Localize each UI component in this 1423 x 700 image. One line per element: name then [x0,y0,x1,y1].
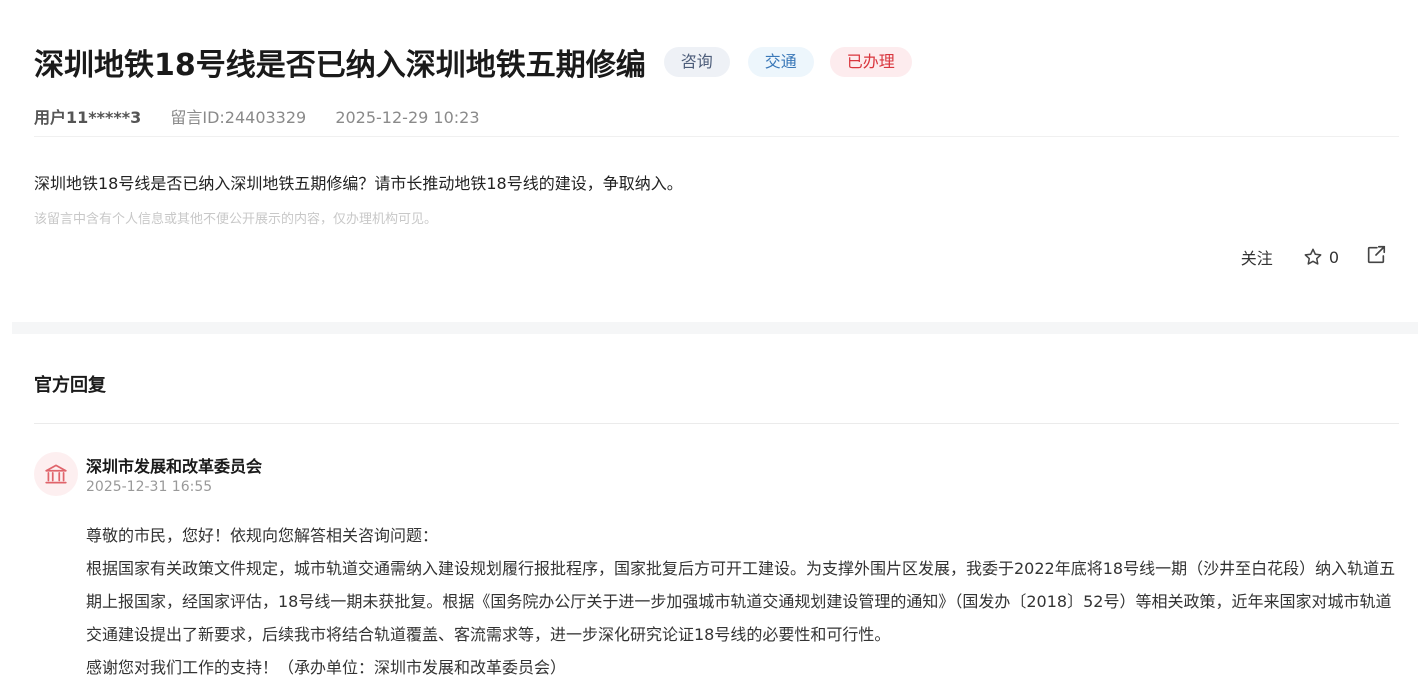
page-title: 深圳地铁18号线是否已纳入深圳地铁五期修编 [34,48,646,83]
reply-paragraph: 根据国家有关政策文件规定，城市轨道交通需纳入建设规划履行报批程序，国家批复后方可… [86,559,1396,644]
message-meta: 用户11*****3 留言ID:24403329 2025-12-29 10:2… [34,104,504,128]
message-content: 深圳地铁18号线是否已纳入深圳地铁五期修编？请市长推动地铁18号线的建设，争取纳… [34,174,683,193]
action-bar: 关注 0 [1241,244,1387,270]
reply-closing: 感谢您对我们工作的支持！（承办单位：深圳市发展和改革委员会） [86,658,567,677]
user-name: 用户11*****3 [34,108,142,127]
tag-traffic: 交通 [747,47,814,77]
title-row: 深圳地铁18号线是否已纳入深圳地铁五期修编 咨询 交通 已办理 [34,40,912,84]
government-building-icon [34,452,78,496]
section-separator [12,322,1418,334]
reply-date: 2025-12-31 16:55 [86,479,213,495]
divider [34,136,1399,137]
share-icon [1367,245,1386,264]
reply-body: 尊敬的市民，您好！依规向您解答相关咨询问题： 根据国家有关政策文件规定，城市轨道… [86,519,1404,684]
tag-consult: 咨询 [663,47,730,77]
status-badge: 已办理 [829,47,912,77]
privacy-notice: 该留言中含有个人信息或其他不便公开展示的内容，仅办理机构可见。 [34,212,438,227]
official-reply-heading: 官方回复 [34,375,106,396]
message-id: 留言ID:24403329 [170,108,307,127]
star-icon [1304,248,1322,265]
reply-greeting: 尊敬的市民，您好！依规向您解答相关咨询问题： [86,526,439,545]
star-count: 0 [1328,247,1339,267]
reply-org-name: 深圳市发展和改革委员会 [86,457,263,476]
message-datetime: 2025-12-29 10:23 [335,108,480,127]
star-button[interactable]: 0 [1303,247,1339,267]
share-button[interactable] [1365,244,1387,270]
divider [34,423,1399,424]
follow-button[interactable]: 关注 [1241,245,1273,269]
